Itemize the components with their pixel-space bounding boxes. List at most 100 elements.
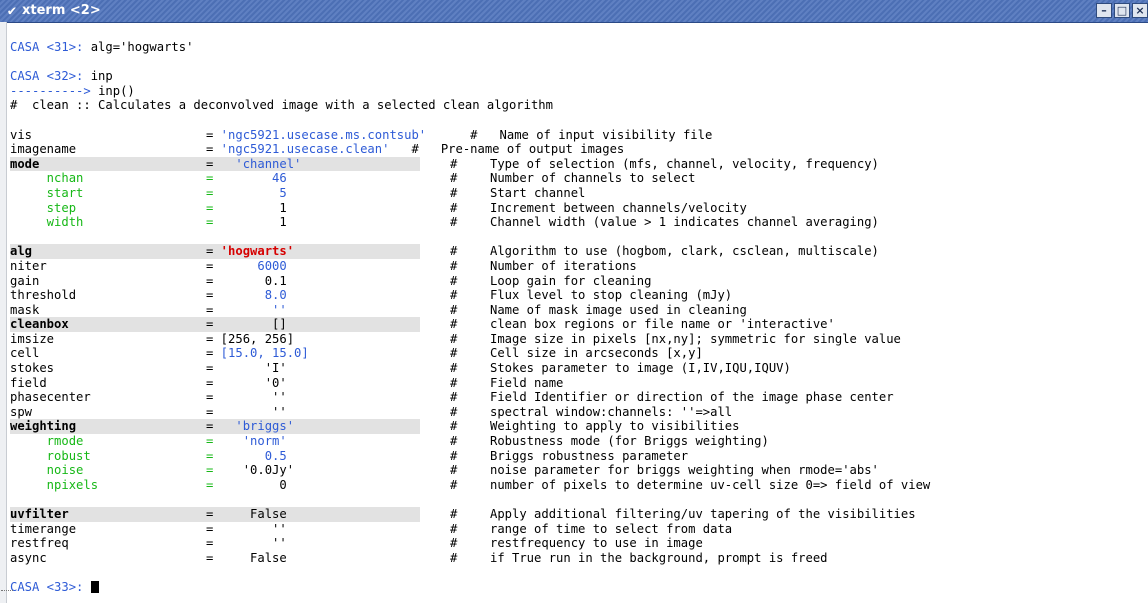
parameter-value: 'norm' [213, 434, 287, 449]
parameter-value: [] [213, 317, 287, 332]
comment-hash: # [450, 361, 458, 376]
parameter-row: cell = [15.0, 15.0] # Cell size in arcsecon… [10, 346, 1140, 361]
parameter-row: rmode = 'norm' # Robustness mode (for Brigg… [10, 434, 1140, 449]
comment-hash: # [450, 434, 458, 449]
parameter-name: phasecenter [10, 390, 91, 405]
minimize-button[interactable]: – [1096, 3, 1112, 18]
parameter-name-value: cleanbox = [] [10, 317, 420, 332]
comment-hash: # [450, 171, 458, 186]
comment-hash: # [450, 200, 458, 215]
parameter-name: vis [10, 127, 33, 142]
parameter-row: imsize = [256, 256] # Image size in pixels … [10, 332, 1140, 347]
parameter-value: 'ngc5921.usecase.ms.contsub' [213, 127, 427, 142]
parameter-name-value: alg = 'hogwarts' [10, 244, 420, 259]
parameter-comment: clean box regions or file name or 'inter… [490, 317, 835, 332]
parameter-name: step [10, 200, 77, 215]
parameter-comment: Start channel [490, 185, 586, 200]
parameter-name: threshold [10, 288, 77, 303]
parameter-name-value: cell = [15.0, 15.0] [10, 346, 420, 361]
parameter-row: mode = 'channel' # Type of selection (mfs, … [10, 156, 1140, 172]
parameter-comment: Robustness mode (for Briggs weighting) [490, 434, 769, 449]
comment-hash: # [450, 346, 458, 361]
autocall-command: inp() [98, 83, 135, 98]
parameter-value: False [213, 507, 287, 521]
parameter-value: '0.0Jy' [213, 463, 295, 478]
comment-hash: # [450, 463, 458, 478]
parameter-name: mask [10, 302, 40, 317]
comment-hash: # [450, 521, 458, 536]
parameter-name-value: mask = '' [10, 303, 420, 318]
parameter-row: alg = 'hogwarts' # Algorithm to use (hogbom… [10, 244, 1140, 259]
resize-grip-icon[interactable] [1, 590, 13, 601]
parameter-value: False [213, 550, 287, 565]
command-text: alg='hogwarts' [83, 40, 194, 54]
title-bar[interactable]: ✔ xterm <2> – □ × [0, 0, 1148, 23]
parameter-name-value: async = False [10, 551, 420, 566]
parameter-value: 'hogwarts' [213, 244, 295, 259]
parameter-value: [256, 256] [213, 331, 295, 346]
parameter-value: '' [213, 521, 287, 536]
parameter-comment: Type of selection (mfs, channel, velocit… [490, 156, 879, 171]
autocall-line: ----------> inp() [10, 84, 1140, 99]
comment-hash: # [450, 390, 458, 405]
comment-hash: # [450, 317, 458, 332]
parameter-value: '0' [213, 375, 287, 390]
comment-hash: # [450, 419, 458, 434]
prompt-label: CASA <32>: [10, 69, 84, 84]
parameter-value: 46 [213, 171, 287, 186]
window-title: xterm <2> [22, 3, 101, 18]
parameter-name: alg [10, 244, 33, 259]
parameter-row: spw = '' # spectral window:channels: ''=>al… [10, 405, 1140, 420]
close-button[interactable]: × [1132, 3, 1148, 18]
parameter-name-value: step = 1 [10, 201, 420, 216]
comment-hash: # [450, 375, 458, 390]
parameter-row: stokes = 'I' # Stokes parameter to image (I… [10, 361, 1140, 376]
comment-hash: # [450, 550, 458, 565]
parameter-row: cleanbox = [] # clean box regions or file n… [10, 317, 1140, 332]
parameter-name-value: gain = 0.1 [10, 274, 420, 289]
parameter-row: vis = 'ngc5921.usecase.ms.contsub' # Name… [10, 128, 1140, 143]
parameter-name: cell [10, 346, 40, 361]
parameter-list: vis = 'ngc5921.usecase.ms.contsub' # Name… [10, 128, 1140, 566]
window-menu-icon[interactable]: ✔ [3, 2, 21, 20]
parameter-row: nchan = 46 # Number of channels to select [10, 171, 1140, 186]
parameter-value: '' [213, 302, 287, 317]
parameter-name: weighting [10, 419, 77, 434]
parameter-comment: Cell size in arcseconds [x,y] [490, 346, 703, 361]
parameter-name-value: nchan = 46 [10, 171, 420, 186]
parameter-row: mask = '' # Name of mask image used in clea… [10, 303, 1140, 318]
parameter-comment: Loop gain for cleaning [490, 273, 652, 288]
parameter-row: gain = 0.1 # Loop gain for cleaning [10, 274, 1140, 289]
parameter-name-value: mode = 'channel' [10, 156, 420, 172]
parameter-row: start = 5 # Start channel [10, 186, 1140, 201]
parameter-row: uvfilter = False # Apply additional filteri… [10, 507, 1140, 522]
terminal-output[interactable]: CASA <31>: alg='hogwarts' CASA <32>: inp… [10, 40, 1140, 595]
parameter-name-value: phasecenter = '' [10, 390, 420, 405]
terminal-left-border [0, 22, 7, 603]
parameter-comment: Field Identifier or direction of the ima… [490, 390, 894, 405]
comment-hash: # [450, 215, 458, 230]
parameter-row: weighting = 'briggs' # Weighting to apply t… [10, 419, 1140, 435]
comment-hash: # [450, 156, 458, 171]
parameter-row: timerange = '' # range of time to select fr… [10, 522, 1140, 537]
parameter-value: 'I' [213, 361, 287, 376]
parameter-comment: Image size in pixels [nx,ny]; symmetric … [490, 331, 901, 346]
parameter-comment: Briggs robustness parameter [490, 448, 689, 463]
parameter-name: stokes [10, 361, 55, 376]
parameter-name: timerange [10, 521, 77, 536]
maximize-button[interactable]: □ [1114, 3, 1130, 18]
prompt-line-33[interactable]: CASA <33>: [10, 580, 1140, 595]
parameter-value: 'briggs' [213, 419, 295, 434]
parameter-comment: Name of mask image used in cleaning [490, 302, 747, 317]
parameter-comment: Weighting to apply to visibilities [490, 419, 740, 434]
parameter-row: threshold = 8.0 # Flux level to stop cleani… [10, 288, 1140, 303]
parameter-name: width [10, 215, 84, 230]
parameter-comment: Channel width (value > 1 indicates chann… [490, 215, 879, 230]
parameter-comment: Number of channels to select [490, 171, 696, 186]
comment-hash: # [450, 536, 458, 551]
command-text: inp [83, 69, 113, 84]
parameter-name: gain [10, 273, 40, 288]
parameter-value: 0.5 [213, 448, 287, 463]
